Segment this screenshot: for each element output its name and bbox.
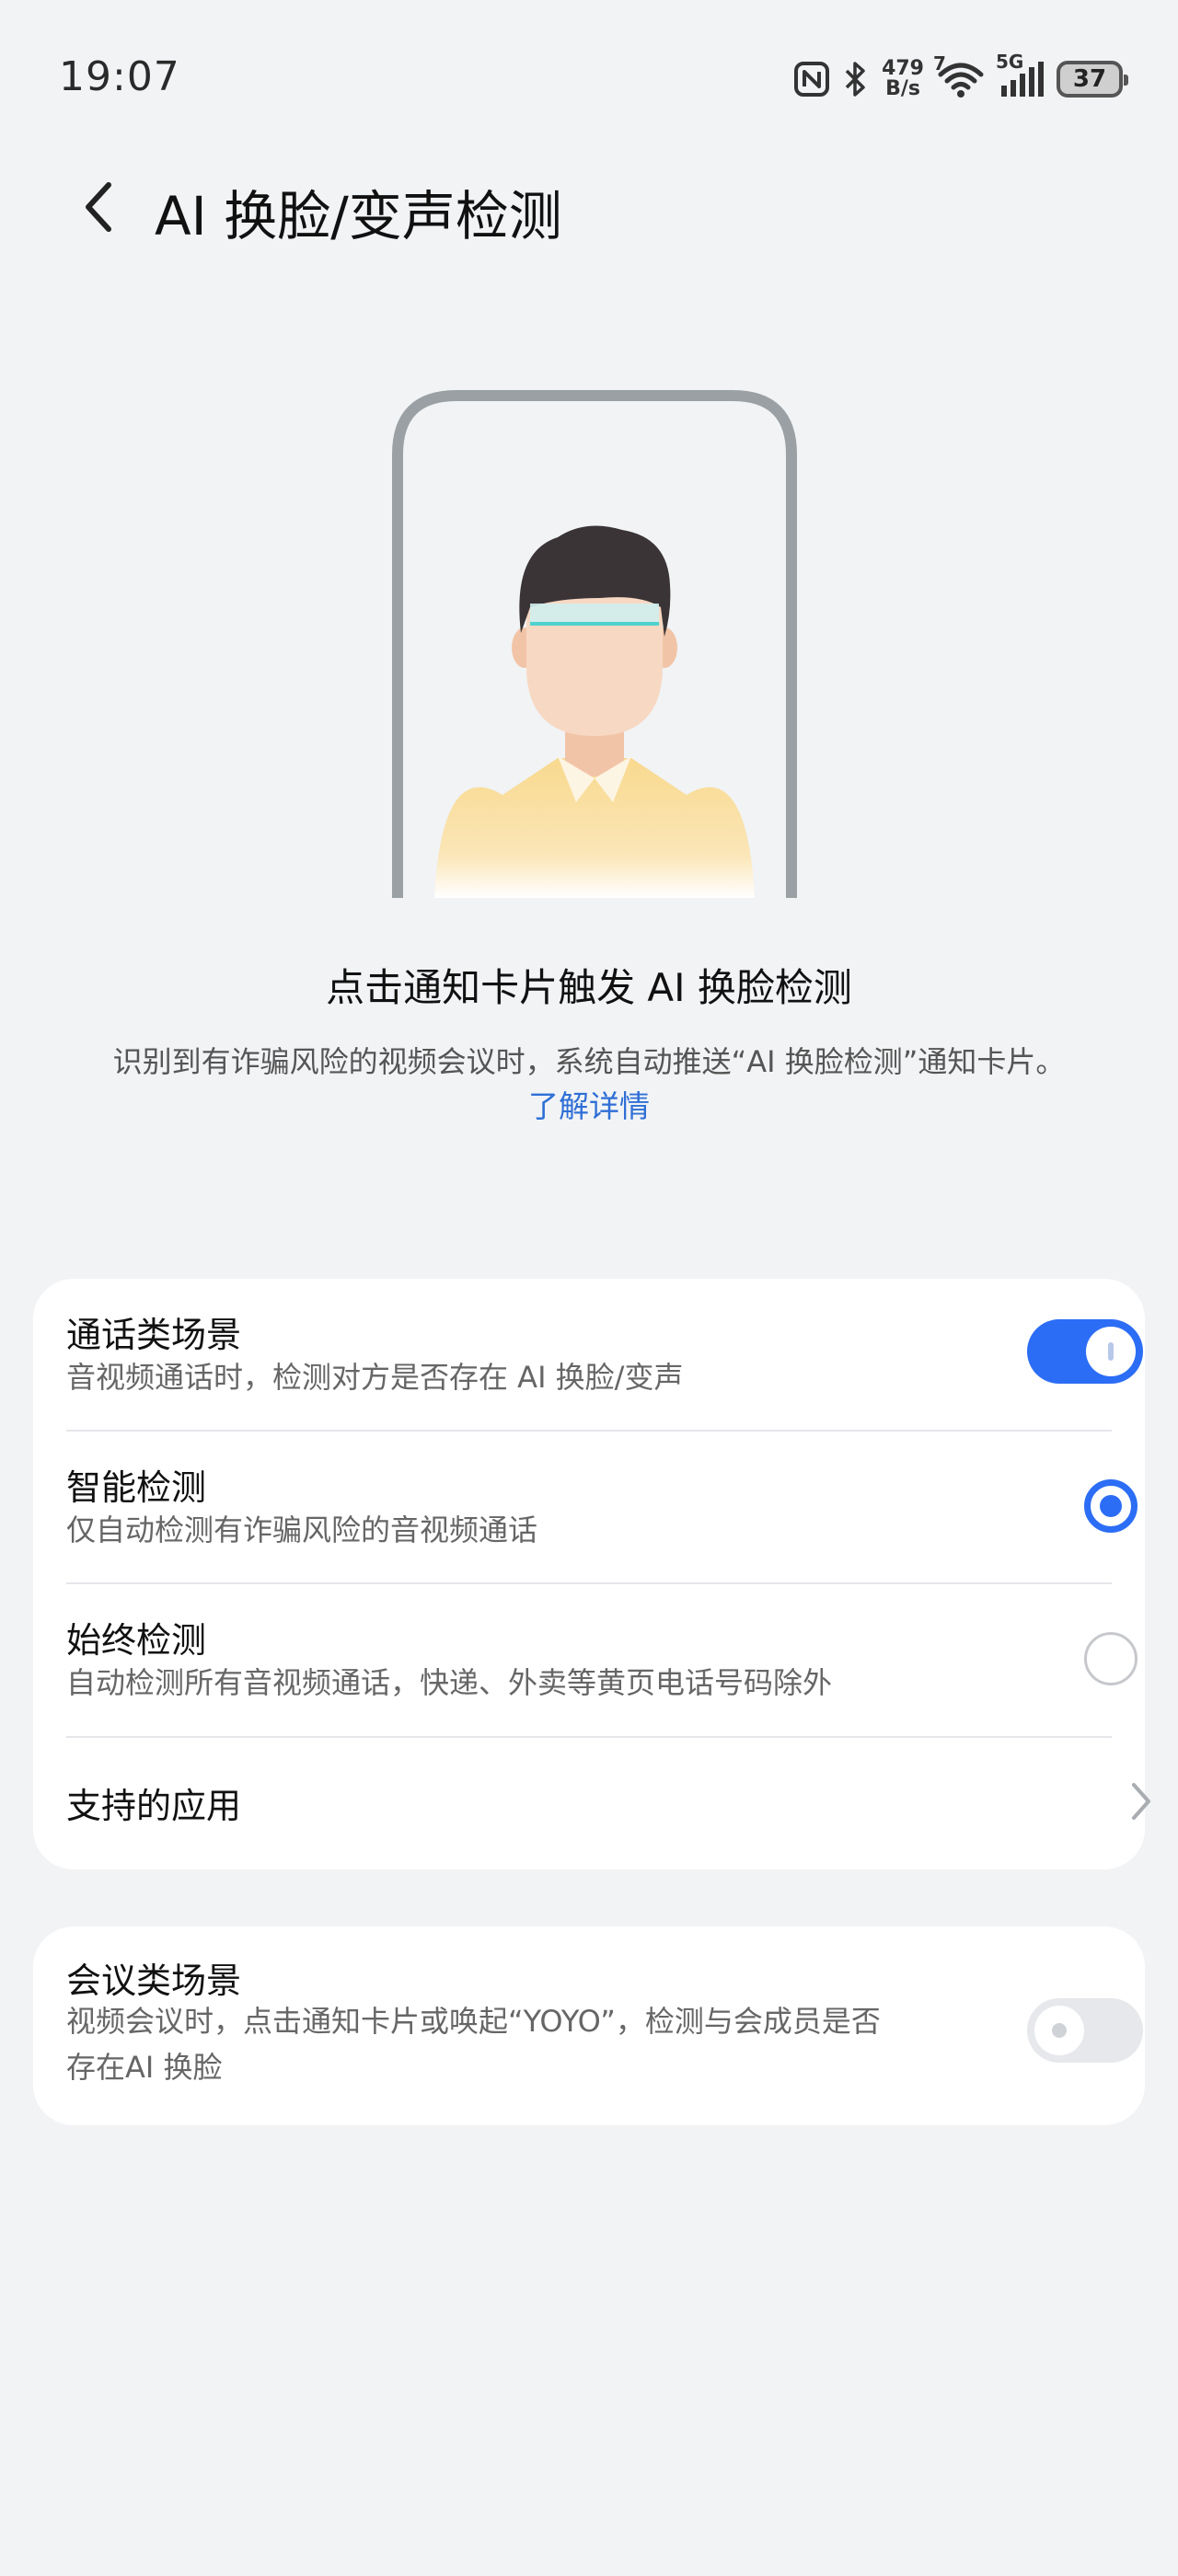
chevron-right-icon [1132,1783,1150,1820]
battery-tip [1124,75,1128,86]
smart-detect-radio[interactable] [1084,1479,1138,1533]
learn-more-link[interactable]: 了解详情 [0,1082,1178,1126]
meeting-scene-row[interactable]: 会议类场景 视频会议时，点击通知卡片或唤起“YOYO”，检测与会成员是否 存在A… [66,1952,1143,2109]
always-detect-title: 始终检测 [66,1620,207,1661]
signal-icon: 5G [996,51,1044,98]
always-detect-subtitle: 自动检测所有音视频通话，快递、外卖等黄页电话号码除外 [66,1665,833,1700]
radio-dot [1100,1495,1122,1517]
net-speed-unit: B/s [885,77,920,100]
smart-detect-subtitle: 仅自动检测有诈骗风险的音视频通话 [66,1512,538,1547]
call-scene-title: 通话类场景 [66,1315,242,1355]
call-scene-subtitle: 音视频通话时，检测对方是否存在 AI 换脸/变声 [66,1360,684,1395]
back-button[interactable] [70,177,125,237]
divider [66,1430,1112,1432]
face-illustration [392,390,797,898]
wifi-icon: 7 [933,52,985,98]
hero-title: 点击通知卡片触发 AI 换脸检测 [326,965,852,1010]
cell-label: 5G [996,51,1024,73]
chevron-left-icon [86,182,111,232]
bluetooth-icon [843,60,869,98]
status-time: 19:07 [59,53,180,100]
meeting-scene-title: 会议类场景 [66,1961,242,2001]
page-title: AI 换脸/变声检测 [155,185,562,247]
divider [66,1582,1112,1584]
call-scene-row[interactable]: 通话类场景 音视频通话时，检测对方是否存在 AI 换脸/变声 [66,1306,1143,1426]
battery-icon: 37 [1057,61,1128,98]
smart-detect-row[interactable]: 智能检测 仅自动检测有诈骗风险的音视频通话 [66,1459,1138,1579]
hero-description: 识别到有诈骗风险的视频会议时，系统自动推送“AI 换脸检测”通知卡片。 [112,1044,1066,1079]
meeting-scene-subtitle-line2: 存在AI 换脸 [66,2050,223,2085]
supported-apps-row[interactable]: 支持的应用 [66,1737,1150,1869]
net-speed-value: 479 [882,57,924,80]
supported-apps-title: 支持的应用 [66,1786,242,1826]
battery-level: 37 [1072,65,1107,93]
toggle-knob [1086,1327,1136,1376]
smart-detect-title: 智能检测 [66,1467,207,1508]
status-bar: 19:07 479 B/s 7 5G 37 [0,0,1178,156]
meeting-settings-card: 会议类场景 视频会议时，点击通知卡片或唤起“YOYO”，检测与会成员是否 存在A… [33,1926,1145,2125]
nfc-icon [793,61,830,98]
call-scene-toggle[interactable] [1027,1319,1143,1384]
meeting-scene-toggle[interactable] [1027,1998,1143,2063]
meeting-scene-subtitle-line1: 视频会议时，点击通知卡片或唤起“YOYO”，检测与会成员是否 [66,2004,881,2039]
toggle-knob [1034,2006,1084,2055]
toggle-on-mark [1108,1342,1114,1361]
always-detect-row[interactable]: 始终检测 自动检测所有音视频通话，快递、外卖等黄页电话号码除外 [66,1612,1138,1731]
call-settings-card: 通话类场景 音视频通话时，检测对方是否存在 AI 换脸/变声 智能检测 仅自动检… [33,1279,1150,1869]
net-speed: 479 B/s [882,59,924,99]
header: AI 换脸/变声检测 [0,156,1178,258]
status-icons: 479 B/s 7 5G 37 [793,51,1128,105]
always-detect-radio[interactable] [1084,1632,1138,1685]
wifi-label: 7 [933,52,946,75]
toggle-off-mark [1052,2023,1067,2038]
